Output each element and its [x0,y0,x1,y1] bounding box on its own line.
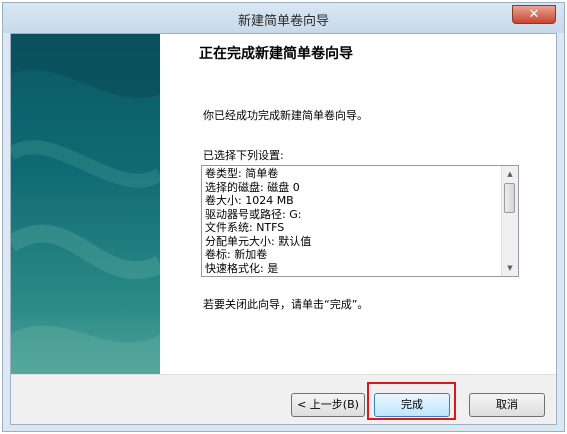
window-title: 新建简单卷向导 [237,14,329,29]
completion-message: 你已经成功完成新建简单卷向导。 [203,109,368,122]
scroll-up-arrow-icon[interactable]: ▲ [502,166,518,182]
wizard-side-banner [11,34,160,374]
setting-line: 选择的磁盘: 磁盘 0 [205,180,300,194]
vertical-scrollbar[interactable]: ▲ ▼ [501,166,518,276]
wizard-window: 新建简单卷向导 ✕ 正在完成新建简单卷向导 你已经成功完成新建简单卷向导。 已选… [2,2,565,432]
close-button[interactable]: ✕ [512,5,556,24]
setting-line: 驱动器号或路径: G: [205,207,302,221]
back-button[interactable]: < 上一步(B) [291,393,365,417]
finish-button[interactable]: 完成 [374,393,450,417]
setting-line: 快速格式化: 是 [205,261,279,275]
title-bar: 新建简单卷向导 ✕ [3,3,564,33]
scroll-thumb[interactable] [504,183,515,213]
setting-line: 卷类型: 简单卷 [205,167,279,180]
scroll-down-arrow-icon[interactable]: ▼ [502,260,518,276]
banner-wave-decoration [11,34,160,374]
wizard-client-area: 正在完成新建简单卷向导 你已经成功完成新建简单卷向导。 已选择下列设置: 卷类型… [10,33,557,425]
close-instruction: 若要关闭此向导，请单击“完成”。 [203,298,369,311]
settings-summary-list[interactable]: 卷类型: 简单卷 选择的磁盘: 磁盘 0 卷大小: 1024 MB 驱动器号或路… [201,165,519,277]
setting-line: 卷大小: 1024 MB [205,194,294,207]
cancel-button[interactable]: 取消 [469,393,545,417]
page-heading: 正在完成新建简单卷向导 [199,46,353,62]
wizard-content: 正在完成新建简单卷向导 你已经成功完成新建简单卷向导。 已选择下列设置: 卷类型… [160,34,556,374]
close-icon: ✕ [528,7,540,22]
setting-line: 分配单元大小: 默认值 [205,234,312,248]
button-bar: < 上一步(B) 完成 取消 [11,374,556,424]
setting-line: 卷标: 新加卷 [205,248,268,261]
settings-label: 已选择下列设置: [203,149,284,162]
setting-line: 文件系统: NTFS [205,221,285,234]
